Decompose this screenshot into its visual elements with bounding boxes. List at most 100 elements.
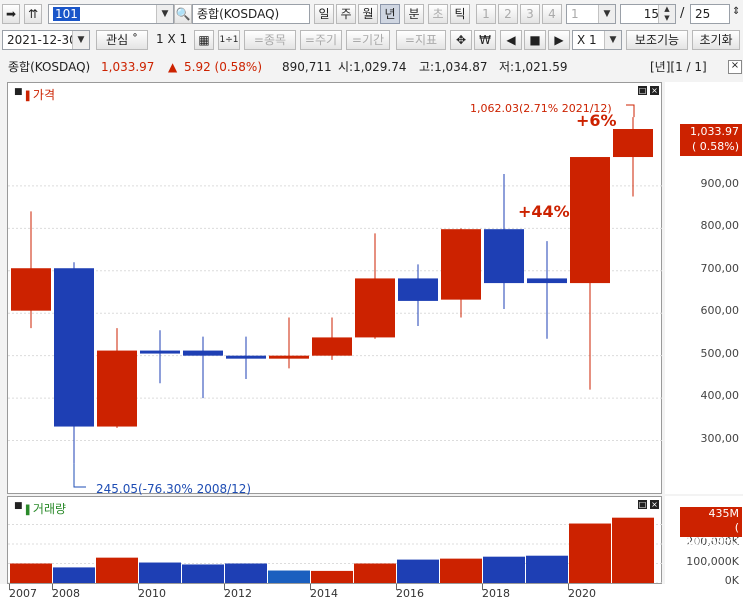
volume-bar xyxy=(311,570,353,583)
minute-button-4[interactable]: 4 xyxy=(542,4,562,24)
current-volume-pct: ( 107.59%) xyxy=(685,521,739,548)
search-icon[interactable]: 🔍 xyxy=(174,4,192,24)
reset-button[interactable]: 초기화 xyxy=(692,30,740,50)
volume-bar xyxy=(268,570,310,583)
mini-layout-button[interactable]: 1÷1 xyxy=(218,30,240,50)
x-tick-label: 2014 xyxy=(310,587,338,600)
date-picker[interactable]: 2021-12-30 ▼ xyxy=(2,30,90,50)
x-tick-mark xyxy=(396,584,397,590)
period-button-3[interactable]: 년 xyxy=(380,4,400,24)
volume-bar xyxy=(569,523,611,583)
period-button-4[interactable]: 분 xyxy=(404,4,424,24)
period-button-2[interactable]: 월 xyxy=(358,4,378,24)
info-volume: 890,711 xyxy=(282,60,332,74)
panel-close-icon[interactable]: × xyxy=(728,60,742,74)
candle-body xyxy=(269,355,309,359)
y-tick-label: 600,00 xyxy=(700,304,740,318)
annotation-6pct: +6% xyxy=(576,111,617,130)
info-change: 5.92 (0.58%) xyxy=(184,60,263,74)
chevron-down-icon[interactable]: ▼ xyxy=(156,5,173,23)
candle-body xyxy=(355,278,395,338)
indicator-compare-button[interactable]: =지표 xyxy=(396,30,446,50)
count-stepper[interactable]: 15 ▲ ▼ xyxy=(620,4,676,24)
info-open: 시:1,029.74 xyxy=(338,60,407,74)
x-tick-mark xyxy=(310,584,311,590)
minute-button-3[interactable]: 3 xyxy=(520,4,540,24)
candle-body xyxy=(11,268,51,311)
previous-arrow-button[interactable]: ➡ xyxy=(2,4,20,24)
x-tick-label: 2012 xyxy=(224,587,252,600)
x-tick-mark xyxy=(9,584,10,590)
chevron-down-icon[interactable]: ▼ xyxy=(72,31,89,49)
current-volume-box: 435M ( 107.59%) xyxy=(680,507,742,548)
info-high: 고:1,034.87 xyxy=(419,60,488,74)
period-button-0[interactable]: 일 xyxy=(314,4,334,24)
period-button-1[interactable]: 주 xyxy=(336,4,356,24)
minute-input[interactable]: 1 ▼ xyxy=(566,4,616,24)
page-indicator: [년][1 / 1] xyxy=(650,60,707,74)
volume-bar xyxy=(139,562,181,583)
y-tick-label: 900,00 xyxy=(700,176,740,190)
interest-label: 관심 xyxy=(106,33,129,47)
low-note: 245.05(-76.30% 2008/12) xyxy=(96,482,252,496)
aux-function-button[interactable]: 보조기능 xyxy=(626,30,688,50)
volume-bar xyxy=(612,517,654,583)
y-tick-label: 800,00 xyxy=(700,219,740,233)
scroll-left-icon[interactable]: ◀ xyxy=(500,30,522,50)
period-compare-button[interactable]: =기간 xyxy=(346,30,390,50)
scroll-right-icon[interactable]: ▶ xyxy=(548,30,570,50)
volume-chart-panel: ■ ▌거래량 □ × xyxy=(7,496,663,584)
y-tick-label: 400,00 xyxy=(700,389,740,403)
grid-layout-icon[interactable]: ▦ xyxy=(194,30,214,50)
interest-button[interactable]: 관심 ˚ xyxy=(96,30,148,50)
info-low: 저:1,021.59 xyxy=(499,60,568,74)
pin-button[interactable]: ⇈ xyxy=(24,4,42,24)
minute-button-1[interactable]: 1 xyxy=(476,4,496,24)
chevron-down-icon[interactable]: ▼ xyxy=(598,5,615,23)
candle-body xyxy=(527,278,567,284)
won-icon[interactable]: ₩ xyxy=(474,30,496,50)
scroll-icon[interactable]: ⇕ xyxy=(732,6,740,17)
stock-compare-button[interactable]: =종목 xyxy=(244,30,296,50)
volume-bar xyxy=(397,559,439,583)
current-price-box: 1,033.97 ( 0.58%) xyxy=(680,124,742,156)
zoom-select[interactable]: X 1 ▼ xyxy=(572,30,622,50)
period-button-5[interactable]: 초 xyxy=(428,4,448,24)
stock-code-input[interactable]: 101 ▼ xyxy=(48,4,174,24)
crosshair-icon[interactable]: ✥ xyxy=(450,30,472,50)
period-button-6[interactable]: 틱 xyxy=(450,4,470,24)
candle-body xyxy=(484,229,524,284)
volume-bar xyxy=(96,557,138,583)
price-chart-panel: ■ ▌가격 □ × 1,062.03(2.71% 2021/12) 245.05… xyxy=(7,82,663,496)
stepper-arrows-icon[interactable]: ▲ ▼ xyxy=(658,5,675,23)
y-tick-label: 700,00 xyxy=(700,261,740,275)
total-text: 25 xyxy=(695,7,711,21)
candle-body xyxy=(613,129,653,158)
stock-name-field: 종합(KOSDAQ) xyxy=(192,4,310,24)
total-field: 25 xyxy=(690,4,730,24)
candle-body xyxy=(54,268,94,427)
volume-bar xyxy=(10,563,52,583)
minute-button-2[interactable]: 2 xyxy=(498,4,518,24)
volume-bar xyxy=(526,555,568,583)
chevron-down-icon[interactable]: ▼ xyxy=(604,31,621,49)
y-tick-label: 300,00 xyxy=(700,431,740,445)
x-tick-label: 2018 xyxy=(482,587,510,600)
candle-body xyxy=(398,278,438,301)
x-tick-mark xyxy=(482,584,483,590)
x-tick-mark xyxy=(568,584,569,590)
stock-code-text: 101 xyxy=(53,7,80,21)
stop-icon[interactable]: ■ xyxy=(524,30,546,50)
toolbar-row-1: ➡ ⇈ 101 ▼ 🔍 종합(KOSDAQ) 일주월년분초틱 1 2 3 4 1… xyxy=(0,0,743,28)
info-stock-name: 종합(KOSDAQ) xyxy=(8,60,91,74)
candle-body xyxy=(183,350,223,356)
stock-name-text: 종합(KOSDAQ) xyxy=(197,7,280,21)
volume-bar xyxy=(182,564,224,583)
x-tick-label: 2016 xyxy=(396,587,424,600)
minute-input-text: 1 xyxy=(571,7,579,21)
volume-bar xyxy=(440,558,482,583)
x-tick-mark xyxy=(52,584,53,590)
cycle-compare-button[interactable]: =주기 xyxy=(300,30,342,50)
candle-body xyxy=(140,350,180,354)
current-volume-value: 435M xyxy=(708,507,740,520)
